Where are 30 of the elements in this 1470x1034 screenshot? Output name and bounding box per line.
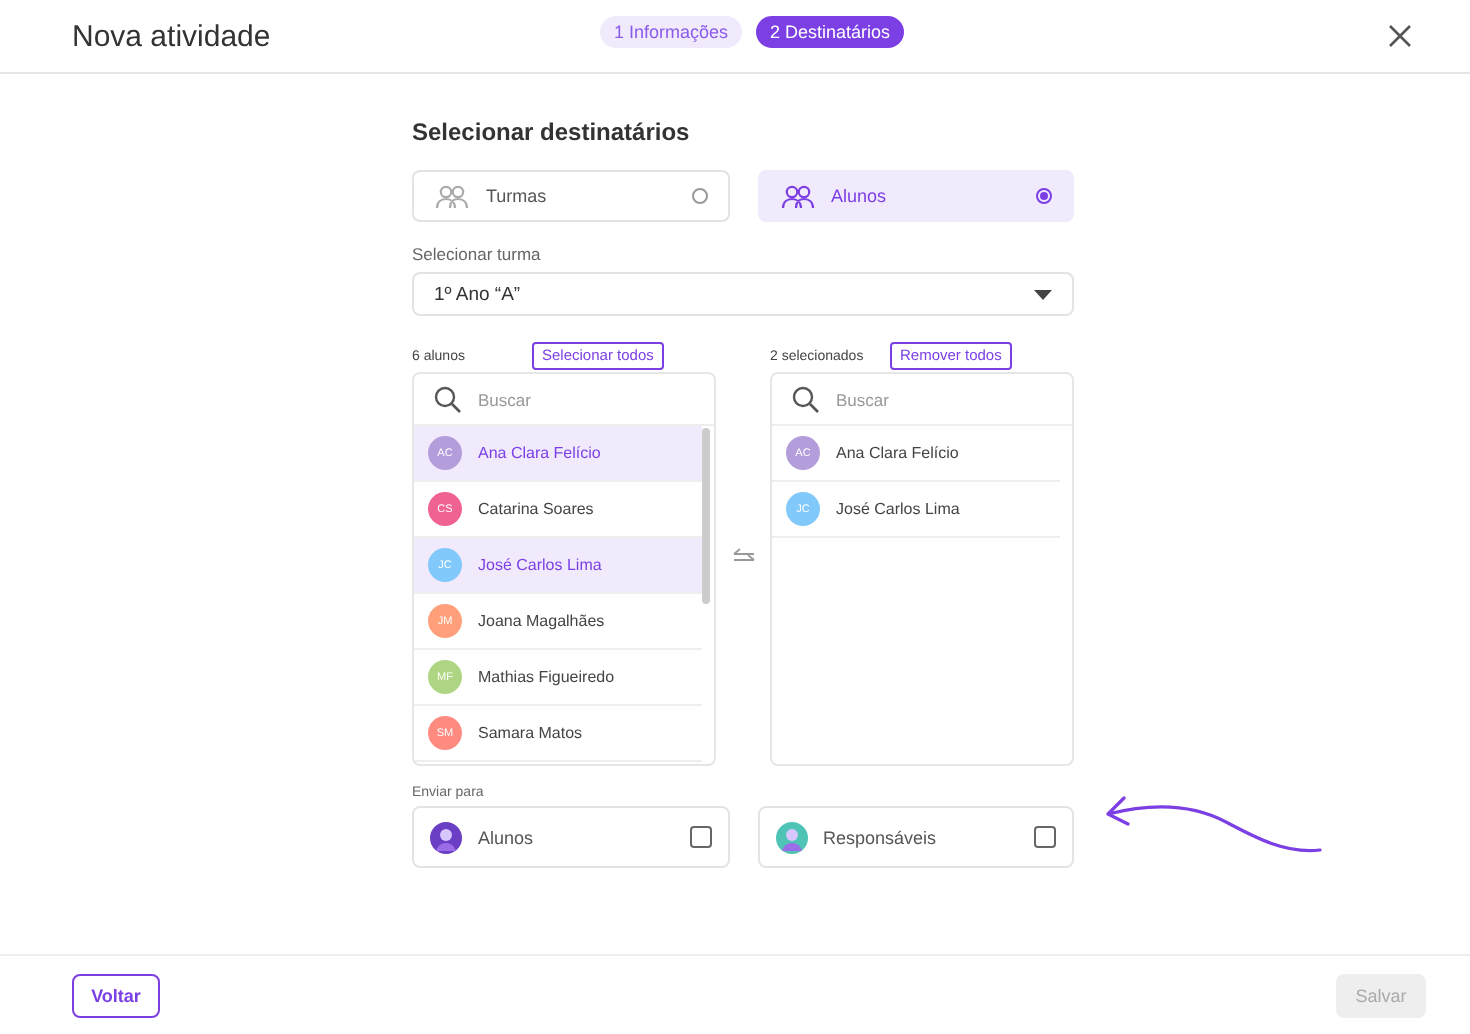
option-card[interactable]: Turmas [412,170,729,222]
people-icon [779,182,815,210]
search-field[interactable]: Buscar [836,389,1036,409]
close-icon [1386,22,1414,50]
people-icon [434,182,470,210]
radio-button[interactable] [1036,188,1052,204]
step-tab[interactable]: 1 Informações [600,16,743,48]
radio-button[interactable] [691,188,707,204]
dropdown-caret-icon [1034,289,1052,299]
close-button[interactable] [1386,22,1414,50]
field-label: Selecionar turma [412,244,543,264]
section-title: Selecionar destinatários [412,118,692,146]
checkbox[interactable] [1034,826,1056,848]
scrollbar-thumb[interactable] [702,428,710,604]
search-field[interactable]: Buscar [478,389,678,409]
option-card[interactable]: Alunos [757,170,1074,222]
search-icon [792,385,820,413]
option-label: Turmas [486,186,549,206]
back-button[interactable]: Voltar [72,973,160,1017]
window-title: Nova atividade [72,19,271,53]
option-label: Alunos [831,186,889,206]
class-dropdown[interactable]: 1º Ano “A” [412,272,1074,316]
person-avatar-icon [430,821,462,853]
step-tab[interactable]: 2 Destinatários [756,16,905,48]
swap-arrows-icon [731,547,755,561]
option-label: Alunos [478,827,536,847]
search-icon [434,385,462,413]
option-label: Responsáveis [823,827,939,847]
checkbox[interactable] [689,826,711,848]
person-avatar-icon [775,821,807,853]
